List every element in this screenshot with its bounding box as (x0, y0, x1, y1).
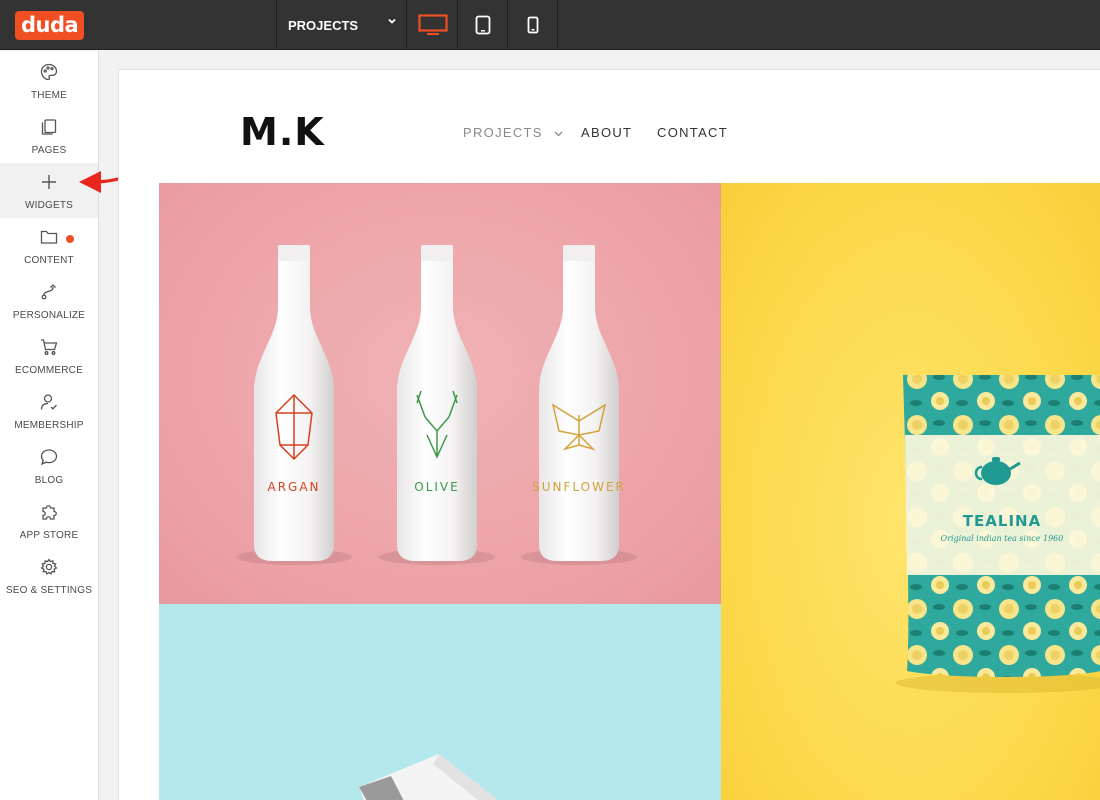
tablet-icon (475, 15, 490, 35)
tablet-view-button[interactable] (458, 0, 508, 50)
mobile-view-button[interactable] (508, 0, 558, 50)
member-icon (40, 394, 57, 410)
duda-logo[interactable]: duda (15, 11, 85, 40)
sidebar-item-app-store[interactable]: APP STORE (0, 493, 98, 548)
envelope-image (359, 754, 498, 800)
project-tile-bottles[interactable]: ARGAN OLIVE SUNFLOWER (159, 183, 721, 604)
site-preview-canvas[interactable]: M.K PROJECTS ABOUT CONTACT ARGAN OLIVE S… (118, 69, 1100, 800)
sidebar-item-seo-settings[interactable]: SEO & SETTINGS (0, 548, 98, 603)
project-tile-cyan[interactable] (159, 604, 721, 800)
sidebar-item-label: MEMBERSHIP (14, 420, 84, 431)
sidebar-item-ecommerce[interactable]: ECOMMERCE (0, 328, 98, 383)
project-tile-tea-pouch[interactable]: TEALINA Original indian tea since 1960 (721, 183, 1100, 800)
bottle-argan: ARGAN (236, 245, 352, 565)
sidebar-item-membership[interactable]: MEMBERSHIP (0, 383, 98, 438)
bottle-label-argan: ARGAN (267, 480, 320, 494)
bottles-image: ARGAN OLIVE SUNFLOWER (236, 245, 637, 565)
sidebar-item-theme[interactable]: THEME (0, 53, 98, 108)
page-selector-label: PROJECTS (288, 18, 359, 33)
bottle-label-sunflower: SUNFLOWER (532, 480, 626, 494)
nav-item-contact[interactable]: CONTACT (657, 125, 728, 140)
puzzle-icon (42, 505, 57, 520)
gear-icon (40, 558, 58, 575)
notification-dot (66, 235, 74, 243)
sidebar-item-label: APP STORE (19, 530, 79, 541)
sidebar-item-blog[interactable]: BLOG (0, 438, 98, 493)
desktop-view-button[interactable] (408, 0, 458, 50)
chat-bubble-icon (40, 449, 58, 466)
site-logo[interactable]: M.K (240, 110, 325, 154)
sidebar-item-label: PERSONALIZE (12, 310, 86, 321)
sidebar-item-personalize[interactable]: PERSONALIZE (0, 273, 98, 328)
palette-icon (40, 63, 58, 81)
bottle-sunflower: SUNFLOWER (521, 245, 637, 565)
chevron-down-icon (554, 131, 563, 136)
pages-icon (41, 119, 57, 135)
pouch-tagline-text: Original indian tea since 1960 (941, 534, 1064, 543)
editor-top-bar: duda PROJECTS (0, 0, 1100, 50)
sidebar-item-content[interactable]: CONTENT (0, 218, 98, 273)
bottle-olive: OLIVE (379, 245, 495, 565)
pouch-brand-text: TEALINA (963, 512, 1041, 530)
cart-icon (41, 339, 58, 355)
personalize-icon (41, 284, 56, 300)
mobile-icon (527, 16, 538, 34)
page-selector-dropdown[interactable]: PROJECTS (276, 0, 407, 50)
nav-item-label: PROJECTS (463, 125, 543, 140)
nav-item-about[interactable]: ABOUT (581, 125, 632, 140)
chevron-down-icon (388, 18, 396, 24)
bottle-label-olive: OLIVE (414, 480, 459, 494)
folder-icon (40, 230, 58, 244)
nav-item-projects[interactable]: PROJECTS (463, 125, 563, 140)
plus-icon (42, 175, 56, 189)
sidebar-item-label: SEO & SETTINGS (5, 585, 93, 596)
sidebar-item-label: CONTENT (24, 255, 74, 266)
sidebar-item-label: BLOG (34, 475, 64, 486)
sidebar-item-label: THEME (31, 90, 67, 101)
sidebar-item-label: ECOMMERCE (15, 365, 83, 376)
desktop-icon (417, 14, 448, 35)
tea-pouch-image: TEALINA Original indian tea since 1960 (896, 375, 1100, 693)
sidebar-item-label: WIDGETS (24, 200, 74, 211)
